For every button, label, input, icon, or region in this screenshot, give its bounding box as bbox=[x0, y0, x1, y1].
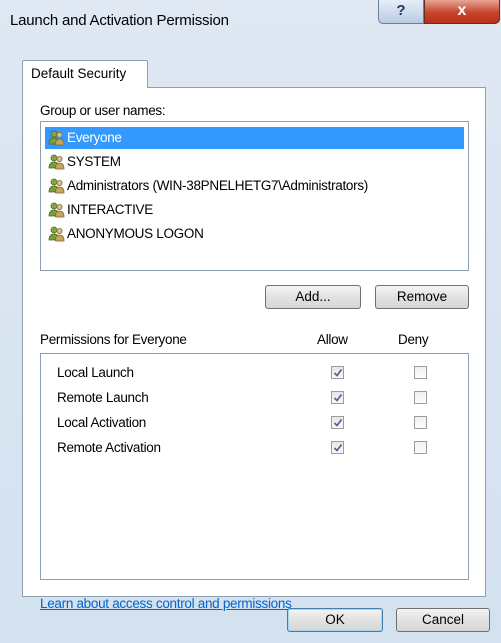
list-item[interactable]: INTERACTIVE bbox=[45, 199, 464, 221]
deny-checkbox-remote-activation[interactable] bbox=[414, 441, 427, 454]
group-or-user-names-label: Group or user names: bbox=[40, 103, 166, 118]
allow-column-header: Allow bbox=[317, 332, 348, 347]
access-control-help-link[interactable]: Learn about access control and permissio… bbox=[40, 596, 292, 611]
list-item[interactable]: Everyone bbox=[45, 127, 464, 149]
deny-checkbox-local-launch[interactable] bbox=[414, 366, 427, 379]
allow-checkbox-remote-activation[interactable] bbox=[331, 441, 344, 454]
list-item[interactable]: ANONYMOUS LOGON bbox=[45, 223, 464, 245]
title-bar: Launch and Activation Permission ? x bbox=[0, 0, 501, 38]
permission-label: Remote Launch bbox=[57, 390, 149, 405]
remove-button[interactable]: Remove bbox=[375, 285, 469, 309]
user-group-icon bbox=[48, 226, 65, 242]
user-name: Administrators (WIN-38PNELHETG7\Administ… bbox=[67, 178, 368, 193]
allow-checkbox-local-launch[interactable] bbox=[331, 366, 344, 379]
permissions-title: Permissions for Everyone bbox=[40, 332, 187, 347]
user-list[interactable]: Everyone SYSTEM Administrators (WIN-38PN… bbox=[40, 121, 469, 271]
permission-label: Remote Activation bbox=[57, 440, 161, 455]
allow-checkbox-remote-launch[interactable] bbox=[331, 391, 344, 404]
user-group-icon bbox=[48, 130, 65, 146]
permissions-list: Local Launch Remote Launch Local Activat… bbox=[40, 353, 469, 580]
ok-button[interactable]: OK bbox=[287, 608, 383, 632]
allow-checkbox-local-activation[interactable] bbox=[331, 416, 344, 429]
permission-label: Local Activation bbox=[57, 415, 147, 430]
help-button[interactable]: ? bbox=[378, 0, 424, 24]
deny-column-header: Deny bbox=[398, 332, 429, 347]
user-group-icon bbox=[48, 202, 65, 218]
add-button[interactable]: Add... bbox=[265, 285, 361, 309]
list-item[interactable]: SYSTEM bbox=[45, 151, 464, 173]
close-button[interactable]: x bbox=[424, 0, 500, 24]
user-group-icon bbox=[48, 178, 65, 194]
permission-label: Local Launch bbox=[57, 365, 134, 380]
deny-checkbox-local-activation[interactable] bbox=[414, 416, 427, 429]
user-name: SYSTEM bbox=[67, 154, 121, 169]
user-name: Everyone bbox=[67, 130, 122, 145]
deny-checkbox-remote-launch[interactable] bbox=[414, 391, 427, 404]
tab-default-security[interactable]: Default Security bbox=[22, 60, 148, 88]
cancel-button[interactable]: Cancel bbox=[396, 608, 490, 632]
user-group-icon bbox=[48, 154, 65, 170]
user-name: INTERACTIVE bbox=[67, 202, 153, 217]
user-name: ANONYMOUS LOGON bbox=[67, 226, 204, 241]
dialog-window: Launch and Activation Permission ? x Def… bbox=[0, 0, 501, 643]
window-title: Launch and Activation Permission bbox=[10, 12, 229, 29]
list-item[interactable]: Administrators (WIN-38PNELHETG7\Administ… bbox=[45, 175, 464, 197]
